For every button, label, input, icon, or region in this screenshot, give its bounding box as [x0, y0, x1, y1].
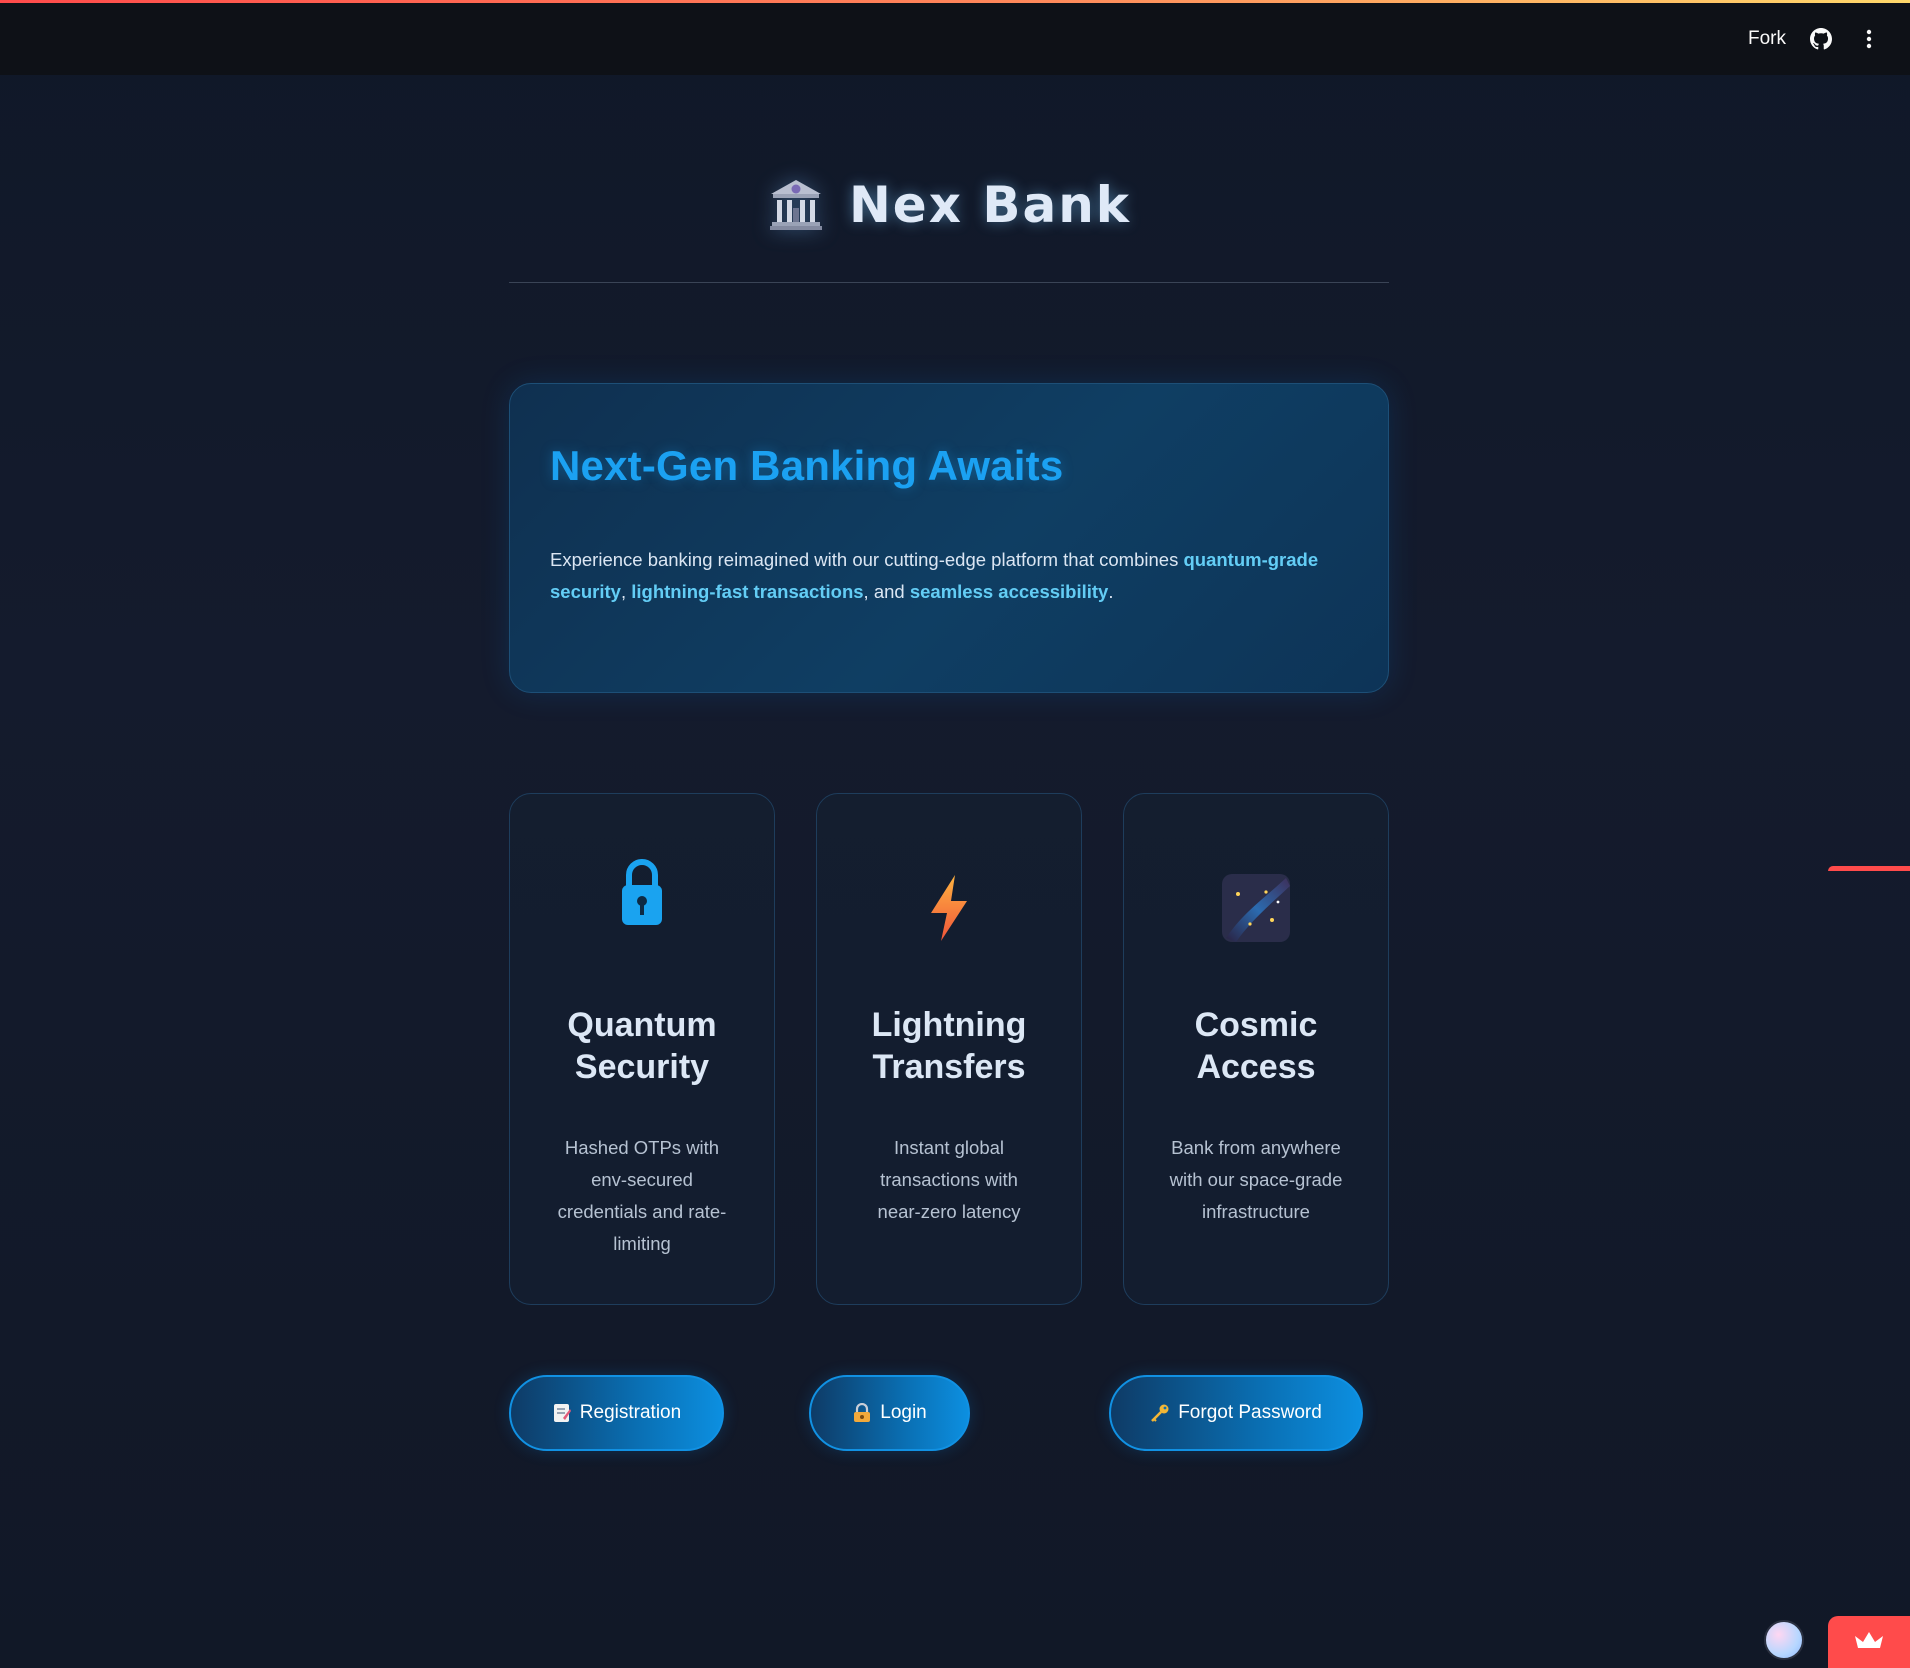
hero-card: Next-Gen Banking Awaits Experience banki…	[509, 383, 1389, 693]
hero-separator: ,	[620, 581, 632, 602]
registration-button[interactable]: Registration	[509, 1375, 724, 1451]
feature-description: Instant global transactions with near-ze…	[877, 1137, 1021, 1222]
app-title: Nex Bank	[848, 176, 1132, 234]
app-header: Fork	[0, 3, 1910, 75]
bank-building-icon	[767, 176, 825, 234]
feature-description: Bank from anywhere with our space-grade …	[1169, 1137, 1343, 1222]
feature-card-lightning-transfers: Lightning Transfers Instant global trans…	[816, 793, 1082, 1305]
hero-end: .	[1108, 581, 1114, 602]
feature-title: Quantum Security	[567, 1006, 717, 1086]
feature-description: Hashed OTPs with env-secured credentials…	[557, 1137, 727, 1254]
highlight-lightning-transactions: lightning-fast transactions	[631, 581, 864, 602]
lightning-icon	[909, 868, 989, 948]
highlight-seamless-accessibility: seamless accessibility	[909, 581, 1109, 602]
github-icon[interactable]	[1808, 26, 1834, 52]
forgot-password-button[interactable]: Forgot Password	[1109, 1375, 1363, 1451]
feature-card-quantum-security: Quantum Security Hashed OTPs with env-se…	[509, 793, 775, 1305]
hero-description: Experience banking reimagined with our c…	[550, 544, 1348, 608]
streamlit-badge-button[interactable]	[1828, 1616, 1910, 1668]
hero-intro-text: Experience banking reimagined with our c…	[550, 549, 1184, 570]
login-button[interactable]: Login	[809, 1375, 970, 1451]
crown-icon	[1853, 1630, 1885, 1655]
hero-heading: Next-Gen Banking Awaits	[550, 442, 1064, 489]
fork-button[interactable]: Fork	[1748, 28, 1786, 50]
feature-card-cosmic-access: Cosmic Access Bank from anywhere with ou…	[1123, 793, 1389, 1305]
side-accent-mark	[1828, 866, 1910, 871]
action-buttons: Registration Login Forgot Password	[509, 1375, 1389, 1451]
main-content: Nex Bank Next-Gen Banking Awaits Experie…	[509, 75, 1389, 1451]
kebab-menu-icon[interactable]	[1856, 26, 1882, 52]
feature-title: Cosmic Access	[1194, 1006, 1318, 1086]
memo-icon	[552, 1403, 572, 1423]
lock-with-key-icon	[852, 1403, 872, 1423]
lock-icon	[602, 852, 682, 932]
milky-way-icon	[1216, 868, 1296, 948]
hero-separator: , and	[863, 581, 910, 602]
key-icon	[1150, 1403, 1170, 1423]
header-divider	[509, 282, 1389, 283]
user-avatar[interactable]	[1764, 1620, 1804, 1660]
forgot-password-label: Forgot Password	[1178, 1402, 1322, 1423]
feature-cards: Quantum Security Hashed OTPs with env-se…	[509, 793, 1389, 1305]
registration-label: Registration	[579, 1402, 682, 1423]
feature-title: Lightning Transfers	[871, 1006, 1027, 1086]
brand-header: Nex Bank	[509, 165, 1389, 245]
login-label: Login	[880, 1402, 927, 1423]
